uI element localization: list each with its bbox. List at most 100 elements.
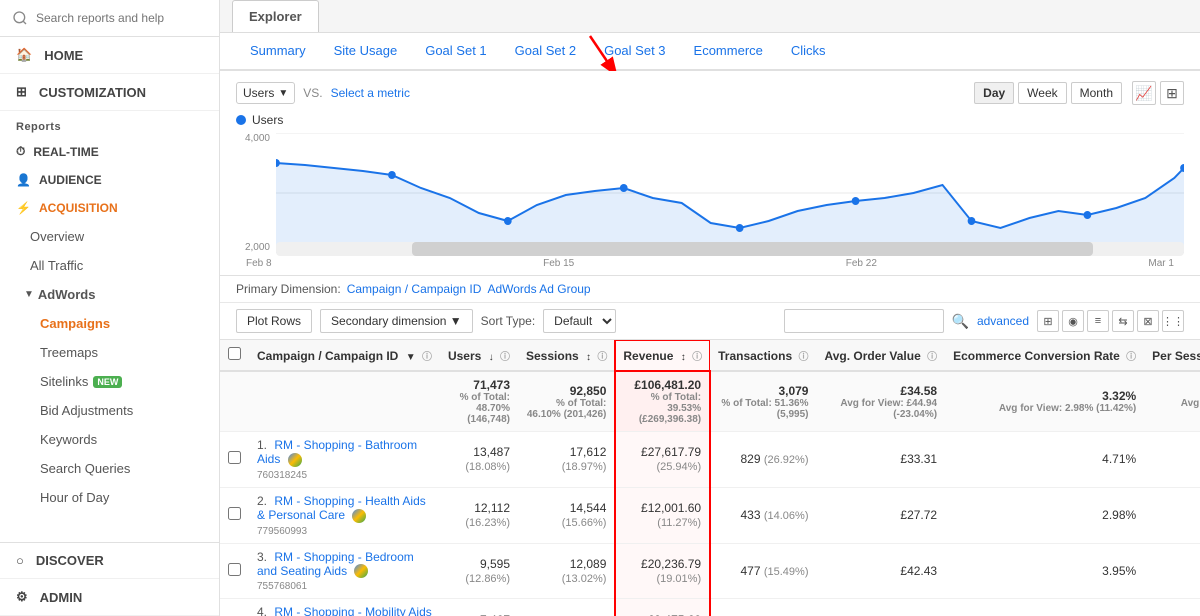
data-table-wrap: Campaign / Campaign ID ▼ ⓘ Users ↓ ⓘ Ses…: [220, 340, 1200, 616]
th-revenue[interactable]: Revenue ↕ ⓘ: [615, 340, 710, 371]
total-users: 71,473 % of Total: 48.70% (146,748): [440, 371, 518, 432]
secondary-dimension-button[interactable]: Secondary dimension ▼: [320, 309, 473, 333]
campaign-link-0[interactable]: RM - Shopping - Bathroom Aids: [257, 438, 417, 466]
row-checkbox-1[interactable]: [220, 487, 249, 543]
info-icon-revenue[interactable]: ⓘ: [692, 352, 702, 363]
campaign-link-2[interactable]: RM - Shopping - Bedroom and Seating Aids: [257, 550, 414, 578]
row-users-0: 13,487 (18.08%): [440, 432, 518, 488]
pie-chart-icon[interactable]: ◉: [1062, 310, 1084, 332]
line-chart-icon[interactable]: 📈: [1132, 81, 1156, 105]
row-users-1: 12,112 (16.23%): [440, 487, 518, 543]
row-conversion-3: 2.40%: [945, 599, 1144, 616]
th-per-session[interactable]: Per Session Value ⓘ: [1144, 340, 1200, 371]
tab-goal-set-2[interactable]: Goal Set 2: [501, 33, 590, 71]
search-magnifier-icon: 🔍: [952, 313, 969, 330]
campaign-link-3[interactable]: RM - Shopping - Mobility Aids: [274, 605, 431, 616]
sidebar-item-adwords[interactable]: ▼ AdWords: [0, 280, 219, 309]
search-input[interactable]: [36, 11, 207, 25]
info-icon-avg-order[interactable]: ⓘ: [927, 352, 937, 363]
tab-goal-set-1[interactable]: Goal Set 1: [411, 33, 500, 71]
adwords-group-link[interactable]: AdWords Ad Group: [487, 282, 590, 296]
checkbox-0[interactable]: [228, 451, 241, 464]
sidebar-item-sitelinks[interactable]: Sitelinks NEW: [0, 367, 219, 396]
day-button[interactable]: Day: [974, 82, 1014, 104]
chart-area: Users ▼ VS. Select a metric Day Week Mon…: [220, 71, 1200, 276]
tab-ecommerce[interactable]: Ecommerce: [680, 33, 777, 71]
row-sessions-1: 14,544 (15.66%): [518, 487, 615, 543]
sidebar-item-acquisition[interactable]: ⚡ ACQUISITION: [0, 194, 219, 222]
sidebar-item-bid-adjustments[interactable]: Bid Adjustments: [0, 396, 219, 425]
bar-chart-icon[interactable]: ⊞: [1160, 81, 1184, 105]
th-users[interactable]: Users ↓ ⓘ: [440, 340, 518, 371]
plot-rows-button[interactable]: Plot Rows: [236, 309, 312, 333]
sidebar-item-treemaps[interactable]: Treemaps: [0, 338, 219, 367]
sidebar-item-all-traffic[interactable]: All Traffic: [0, 251, 219, 280]
checkbox-1[interactable]: [228, 507, 241, 520]
sidebar-item-search-queries[interactable]: Search Queries: [0, 454, 219, 483]
total-transactions: 3,079 % of Total: 51.36% (5,995): [710, 371, 816, 432]
th-conversion-rate[interactable]: Ecommerce Conversion Rate ⓘ: [945, 340, 1144, 371]
row-per-session-0: £1.57: [1144, 432, 1200, 488]
row-transactions-0: 829 (26.92%): [710, 432, 816, 488]
tab-goal-set-3[interactable]: Goal Set 3: [590, 33, 679, 71]
tab-clicks[interactable]: Clicks: [777, 33, 840, 71]
th-avg-order[interactable]: Avg. Order Value ⓘ: [816, 340, 945, 371]
th-campaign[interactable]: Campaign / Campaign ID ▼ ⓘ: [249, 340, 440, 371]
sidebar-item-admin[interactable]: ⚙ ADMIN: [0, 579, 219, 616]
info-icon-conversion[interactable]: ⓘ: [1126, 352, 1136, 363]
campaign-link-1[interactable]: RM - Shopping - Health Aids & Personal C…: [257, 494, 426, 522]
sidebar-item-home[interactable]: 🏠 HOME: [0, 37, 219, 74]
sort-type-label: Sort Type:: [481, 314, 535, 328]
explorer-tab[interactable]: Explorer: [232, 0, 319, 32]
acquisition-icon: ⚡: [16, 201, 31, 215]
chart-svg: [276, 133, 1184, 253]
th-sessions[interactable]: Sessions ↕ ⓘ: [518, 340, 615, 371]
sidebar-item-hour-of-day[interactable]: Hour of Day: [0, 483, 219, 512]
sort-type-select[interactable]: Default: [543, 309, 616, 333]
pivot-icon[interactable]: ⊠: [1137, 310, 1159, 332]
realtime-icon: ⏱: [16, 144, 25, 159]
date-range-selector[interactable]: [276, 242, 1184, 256]
sidebar-item-realtime[interactable]: ⏱ REAL-TIME: [0, 137, 219, 166]
th-transactions[interactable]: Transactions ⓘ: [710, 340, 816, 371]
sidebar-item-campaigns[interactable]: Campaigns: [0, 309, 219, 338]
info-icon-transactions[interactable]: ⓘ: [798, 352, 808, 363]
info-icon-users[interactable]: ⓘ: [500, 352, 510, 363]
select-metric-link[interactable]: Select a metric: [331, 86, 410, 100]
row-checkbox-3[interactable]: [220, 599, 249, 616]
adwords-icon-1: [352, 509, 366, 523]
row-campaign-3: 4. RM - Shopping - Mobility Aids 7795605…: [249, 599, 440, 616]
total-sessions: 92,850 % of Total: 46.10% (201,426): [518, 371, 615, 432]
chart-view-icons: 📈 ⊞: [1132, 81, 1184, 105]
select-all-checkbox[interactable]: [228, 347, 241, 360]
info-icon-sessions[interactable]: ⓘ: [597, 352, 607, 363]
explorer-tab-bar: Explorer: [220, 0, 1200, 33]
table-search-input[interactable]: [784, 309, 944, 333]
sidebar-item-discover[interactable]: ○ DISCOVER: [0, 542, 219, 579]
sidebar-item-overview[interactable]: Overview: [0, 222, 219, 251]
info-icon-campaign[interactable]: ⓘ: [422, 352, 432, 363]
lifetime-icon[interactable]: ⋮⋮: [1162, 310, 1184, 332]
week-button[interactable]: Week: [1018, 82, 1066, 104]
month-button[interactable]: Month: [1071, 82, 1122, 104]
campaign-id-link[interactable]: Campaign / Campaign ID: [347, 282, 482, 296]
summary-view-icon[interactable]: ≡: [1087, 310, 1109, 332]
checkbox-2[interactable]: [228, 563, 241, 576]
total-avg-order: £34.58 Avg for View: £44.94 (-23.04%): [816, 371, 945, 432]
advanced-link[interactable]: advanced: [977, 314, 1029, 328]
adwords-icon-0: [288, 453, 302, 467]
sidebar-item-customization[interactable]: ⊞ CUSTOMIZATION: [0, 74, 219, 111]
tab-site-usage[interactable]: Site Usage: [320, 33, 412, 71]
row-checkbox-0[interactable]: [220, 432, 249, 488]
search-bar[interactable]: [0, 0, 219, 37]
data-table: Campaign / Campaign ID ▼ ⓘ Users ↓ ⓘ Ses…: [220, 340, 1200, 616]
metric-select[interactable]: Users ▼: [236, 82, 295, 104]
row-avg-order-0: £33.31: [816, 432, 945, 488]
sidebar-item-keywords[interactable]: Keywords: [0, 425, 219, 454]
row-checkbox-2[interactable]: [220, 543, 249, 599]
sort-arrow-revenue: ↕: [681, 352, 686, 363]
comparison-icon[interactable]: ⇆: [1112, 310, 1134, 332]
table-view-icon[interactable]: ⊞: [1037, 310, 1059, 332]
sidebar-item-audience[interactable]: 👤 AUDIENCE: [0, 166, 219, 194]
tab-summary[interactable]: Summary: [236, 33, 320, 71]
